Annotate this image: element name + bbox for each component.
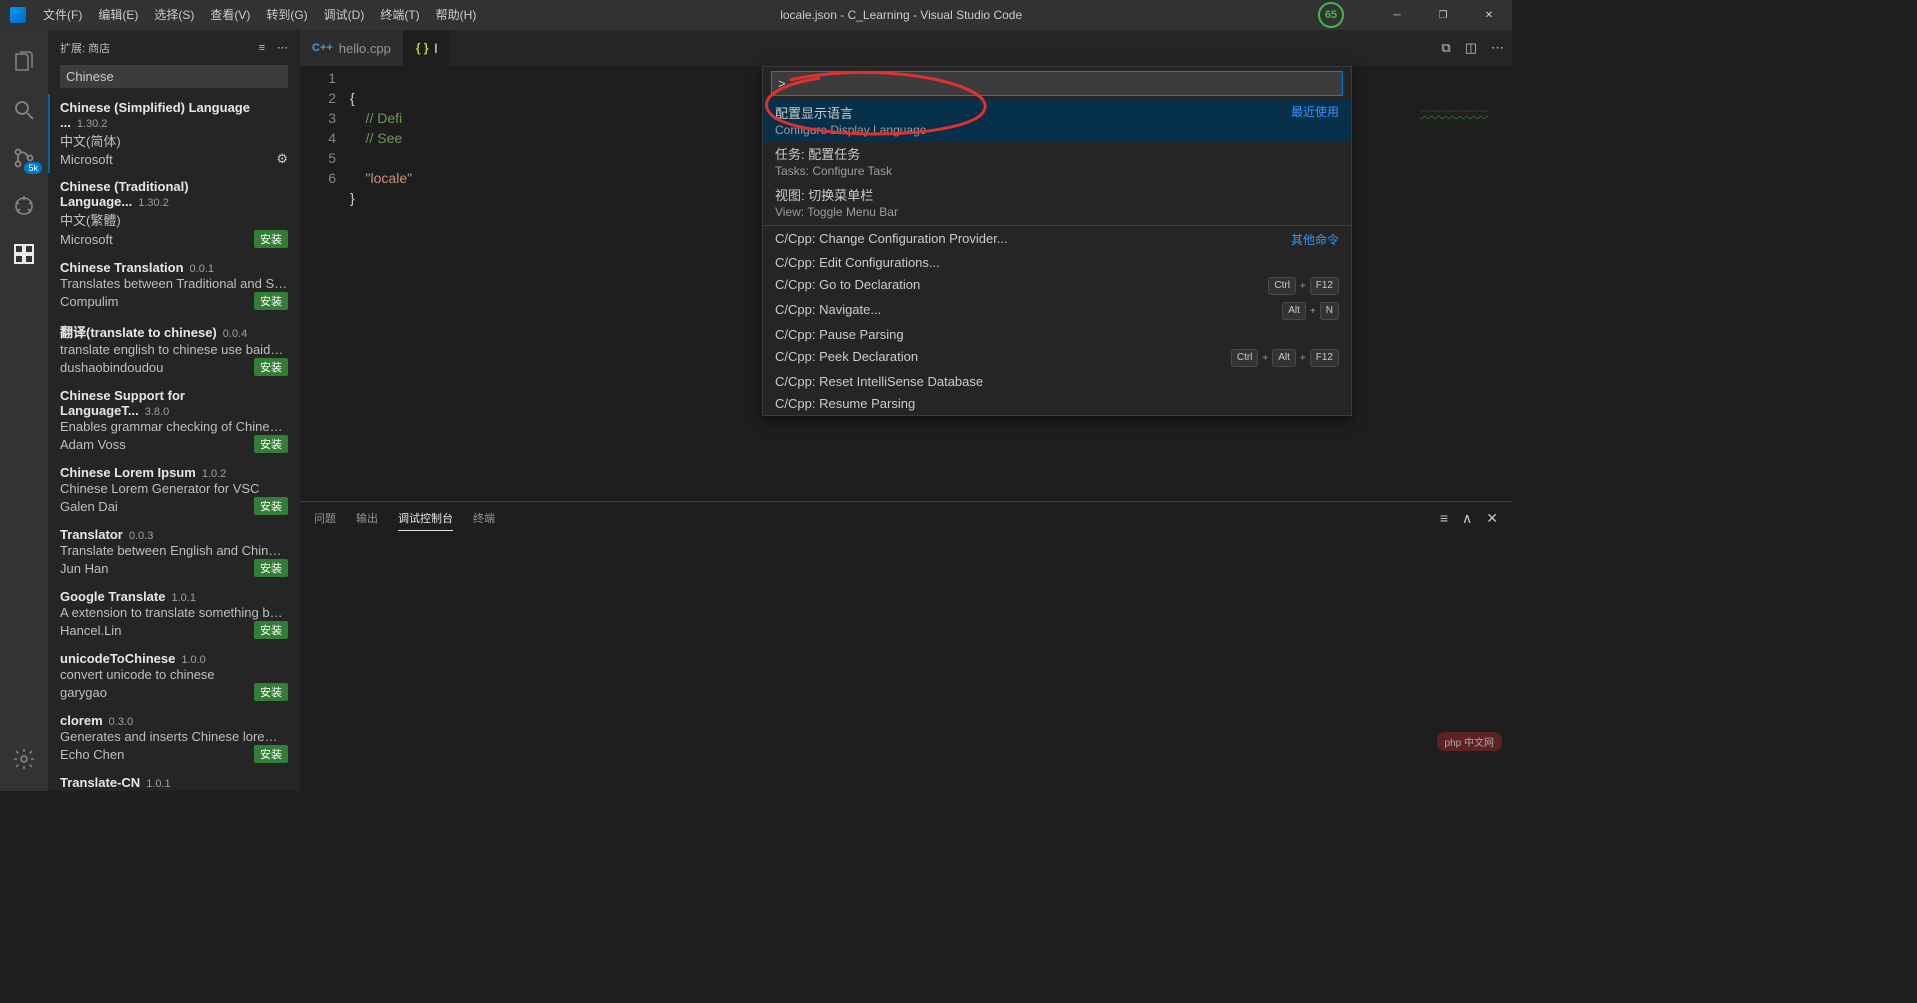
explorer-icon[interactable] [0, 38, 48, 86]
palette-item[interactable]: C/Cpp: Peek DeclarationCtrl+Alt+F12 [763, 346, 1351, 371]
palette-item[interactable]: 配置显示语言最近使用Configure Display Language [763, 100, 1351, 141]
extension-item[interactable]: Translate-CN1.0.1A translate Plugin for … [48, 769, 300, 791]
menu-item[interactable]: 文件(F) [35, 0, 90, 30]
minimize-button[interactable]: ─ [1374, 0, 1420, 30]
panel-filter-icon[interactable]: ≡ [1440, 510, 1448, 527]
vscode-logo-icon [0, 7, 35, 23]
gear-icon[interactable]: ⚙ [276, 151, 288, 167]
more-icon[interactable]: ⋯ [277, 41, 288, 54]
bottom-panel: 问题输出调试控制台终端 ≡ ∧ ✕ [300, 501, 1512, 791]
palette-item[interactable]: 视图: 切换菜单栏View: Toggle Menu Bar [763, 182, 1351, 223]
palette-item[interactable]: C/Cpp: Go to DeclarationCtrl+F12 [763, 274, 1351, 299]
extension-item[interactable]: Google Translate1.0.1A extension to tran… [48, 583, 300, 645]
window-title: locale.json - C_Learning - Visual Studio… [484, 8, 1318, 22]
search-icon[interactable] [0, 86, 48, 134]
panel-up-icon[interactable]: ∧ [1462, 510, 1472, 527]
extension-item[interactable]: Chinese Translation0.0.1Translates betwe… [48, 254, 300, 316]
extension-search-input[interactable] [60, 65, 288, 88]
panel-tab[interactable]: 调试控制台 [398, 506, 453, 531]
maximize-button[interactable]: ❐ [1420, 0, 1466, 30]
extension-item[interactable]: clorem0.3.0Generates and inserts Chinese… [48, 707, 300, 769]
palette-item[interactable]: C/Cpp: Resume Parsing [763, 393, 1351, 415]
menu-item[interactable]: 编辑(E) [90, 0, 146, 30]
editor-tab[interactable]: { }l [404, 30, 451, 66]
settings-gear-icon[interactable] [0, 735, 48, 783]
install-button[interactable]: 安装 [254, 683, 288, 701]
line-gutter: 123456 [300, 66, 350, 501]
extension-item[interactable]: 翻译(translate to chinese)0.0.4translate e… [48, 316, 300, 382]
palette-item[interactable]: C/Cpp: Navigate...Alt+N [763, 299, 1351, 324]
panel-tab[interactable]: 输出 [356, 506, 378, 530]
install-button[interactable]: 安装 [254, 292, 288, 310]
extensions-sidebar: 扩展: 商店 ≡ ⋯ Chinese (Simplified) Language… [48, 30, 300, 791]
activity-bar: 5k [0, 30, 48, 791]
menu-bar: 文件(F)编辑(E)选择(S)查看(V)转到(G)调试(D)终端(T)帮助(H) [35, 0, 484, 30]
extension-item[interactable]: Chinese Lorem Ipsum1.0.2Chinese Lorem Ge… [48, 459, 300, 521]
editor-tabs: C++hello.cpp{ }l ⧉ ◫ ⋯ [300, 30, 1512, 66]
panel-tab[interactable]: 终端 [473, 506, 495, 530]
coverage-badge: 65 [1318, 2, 1344, 28]
sidebar-title: 扩展: 商店 [60, 40, 110, 56]
more-actions-icon[interactable]: ⋯ [1491, 40, 1504, 56]
scm-badge: 5k [24, 162, 42, 174]
editor-tab[interactable]: C++hello.cpp [300, 30, 404, 66]
extension-item[interactable]: Chinese Support for LanguageT...3.8.0Ena… [48, 382, 300, 459]
source-control-icon[interactable]: 5k [0, 134, 48, 182]
palette-item[interactable]: C/Cpp: Pause Parsing [763, 324, 1351, 346]
menu-item[interactable]: 查看(V) [202, 0, 258, 30]
cpp-file-icon: C++ [312, 42, 333, 54]
palette-item[interactable]: C/Cpp: Change Configuration Provider...其… [763, 228, 1351, 252]
command-palette-input[interactable] [771, 71, 1343, 96]
titlebar: 文件(F)编辑(E)选择(S)查看(V)转到(G)调试(D)终端(T)帮助(H)… [0, 0, 1512, 30]
editor-area: C++hello.cpp{ }l ⧉ ◫ ⋯ 123456 { // Defi … [300, 30, 1512, 791]
install-button[interactable]: 安装 [254, 497, 288, 515]
install-button[interactable]: 安装 [254, 358, 288, 376]
extension-item[interactable]: Translator0.0.3Translate between English… [48, 521, 300, 583]
error-squiggle: ~~~~~~~~~~~~~ [1420, 106, 1488, 116]
compare-icon[interactable]: ⧉ [1441, 40, 1450, 56]
extension-item[interactable]: Chinese (Simplified) Language ...1.30.2中… [48, 94, 300, 173]
menu-item[interactable]: 转到(G) [258, 0, 315, 30]
json-file-icon: { } [416, 41, 429, 55]
menu-item[interactable]: 帮助(H) [428, 0, 485, 30]
install-button[interactable]: 安装 [254, 621, 288, 639]
extension-list[interactable]: Chinese (Simplified) Language ...1.30.2中… [48, 94, 300, 791]
menu-item[interactable]: 调试(D) [316, 0, 373, 30]
install-button[interactable]: 安装 [254, 559, 288, 577]
palette-item[interactable]: 任务: 配置任务Tasks: Configure Task [763, 141, 1351, 182]
install-button[interactable]: 安装 [254, 745, 288, 763]
panel-close-icon[interactable]: ✕ [1486, 510, 1498, 527]
close-window-button[interactable]: ✕ [1466, 0, 1512, 30]
split-editor-icon[interactable]: ◫ [1465, 40, 1477, 56]
extension-item[interactable]: Chinese (Traditional) Language...1.30.2中… [48, 173, 300, 254]
menu-item[interactable]: 选择(S) [146, 0, 202, 30]
extension-item[interactable]: unicodeToChinese1.0.0convert unicode to … [48, 645, 300, 707]
debug-icon[interactable] [0, 182, 48, 230]
install-button[interactable]: 安装 [254, 230, 288, 248]
watermark: php 中文网 [1437, 732, 1502, 751]
extensions-icon[interactable] [0, 230, 48, 278]
install-button[interactable]: 安装 [254, 435, 288, 453]
panel-tab[interactable]: 问题 [314, 506, 336, 530]
palette-item[interactable]: C/Cpp: Reset IntelliSense Database [763, 371, 1351, 393]
filter-icon[interactable]: ≡ [259, 42, 265, 54]
menu-item[interactable]: 终端(T) [372, 0, 427, 30]
palette-item[interactable]: C/Cpp: Edit Configurations... [763, 252, 1351, 274]
command-palette: 配置显示语言最近使用Configure Display Language任务: … [762, 66, 1352, 416]
